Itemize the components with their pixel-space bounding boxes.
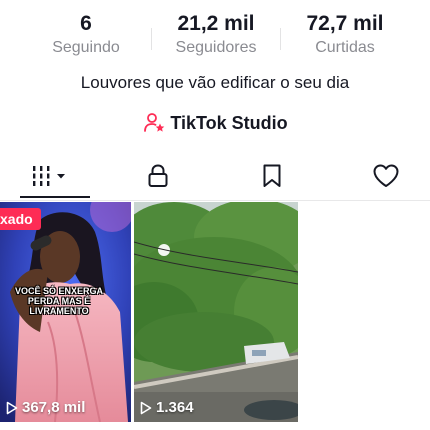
- following-label: Seguindo: [52, 39, 120, 56]
- bookmark-icon: [263, 164, 281, 187]
- followers-count: 21,2 mil: [177, 12, 255, 35]
- followers-label: Seguidores: [175, 39, 257, 56]
- active-tab-indicator: [20, 196, 90, 198]
- view-count-value: 1.364: [156, 399, 194, 416]
- tab-liked[interactable]: [336, 154, 430, 198]
- video-caption: VOCÊ SÓ ENXERGA PERDA MAS É LIVRAMENTO: [14, 286, 104, 316]
- play-icon: [6, 401, 18, 414]
- status-badge: xado: [0, 208, 41, 230]
- likes-count: 72,7 mil: [306, 12, 384, 35]
- stat-likes[interactable]: 72,7 mil Curtidas: [280, 10, 410, 58]
- tiktok-studio-link[interactable]: TikTok Studio: [0, 111, 430, 135]
- video-cover-image: [134, 202, 298, 422]
- profile-tabs: [0, 154, 430, 201]
- play-icon: [140, 401, 152, 414]
- tab-videos[interactable]: [0, 154, 100, 198]
- view-count: 367,8 mil: [6, 399, 85, 416]
- view-count: 1.364: [140, 399, 194, 416]
- grid-icon: [33, 166, 65, 186]
- following-count: 6: [80, 12, 92, 35]
- video-thumbnail[interactable]: 1.364: [134, 202, 298, 422]
- stat-following[interactable]: 6 Seguindo: [21, 10, 151, 58]
- studio-label: TikTok Studio: [170, 112, 288, 133]
- video-grid: xado VOCÊ SÓ ENXERGA PERDA MAS É LIVRAME…: [0, 202, 430, 430]
- profile-stats: 6 Seguindo 21,2 mil Seguidores 72,7 mil …: [0, 10, 430, 60]
- view-count-value: 367,8 mil: [22, 399, 86, 416]
- profile-bio: Louvores que vão edificar o seu dia: [80, 73, 350, 92]
- video-thumbnail[interactable]: xado VOCÊ SÓ ENXERGA PERDA MAS É LIVRAME…: [0, 202, 131, 422]
- tab-favorites[interactable]: [222, 154, 322, 198]
- tab-private[interactable]: [108, 154, 208, 198]
- likes-label: Curtidas: [315, 39, 375, 56]
- stat-followers[interactable]: 21,2 mil Seguidores: [151, 10, 281, 58]
- chevron-down-icon: [57, 174, 65, 179]
- creator-icon: [144, 113, 165, 132]
- lock-icon: [148, 164, 168, 187]
- tabs-divider: [0, 200, 430, 201]
- heart-icon: [373, 164, 399, 187]
